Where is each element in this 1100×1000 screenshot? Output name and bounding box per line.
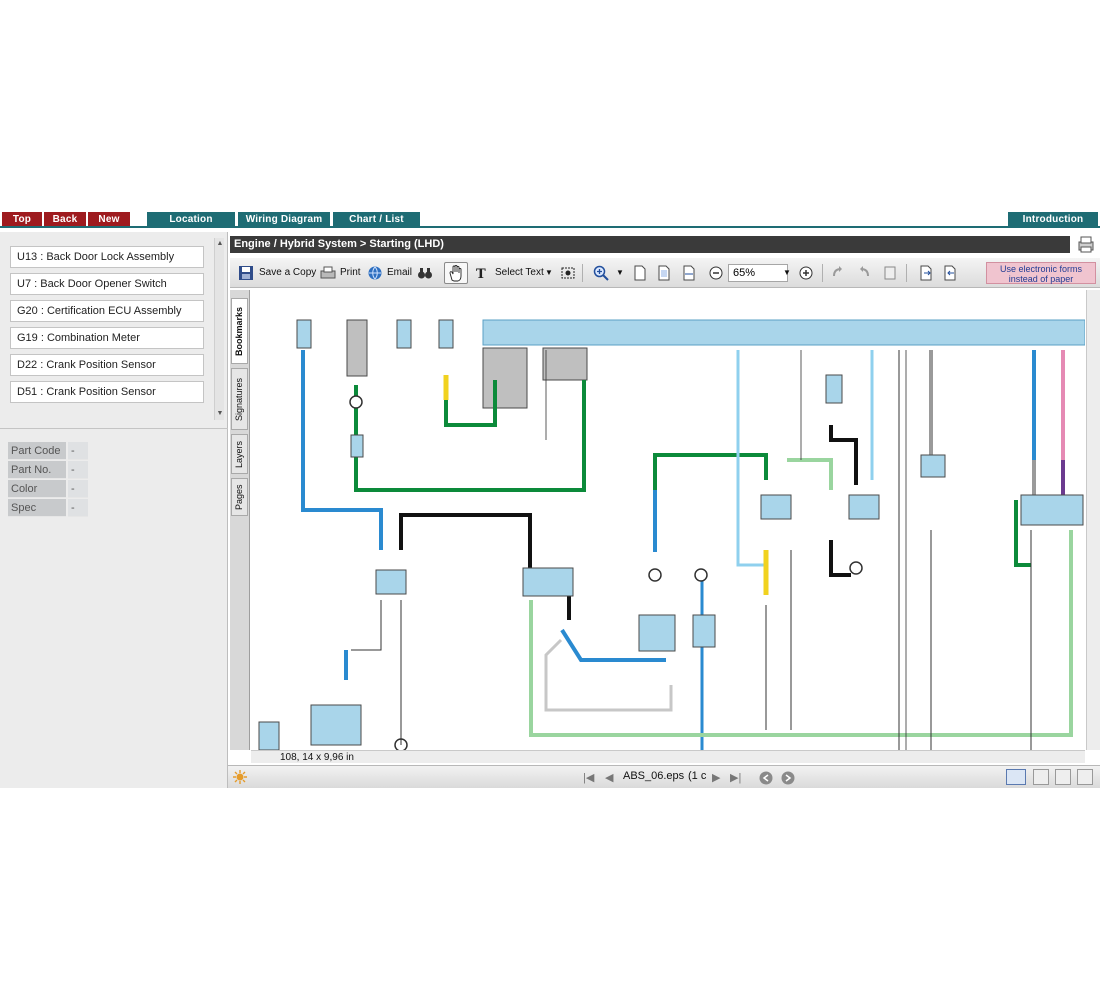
pdf-toolbar: Save a Copy Print Email T Select Text ▼ … (230, 258, 1100, 288)
panel-divider (0, 428, 228, 429)
binoculars-icon[interactable] (417, 264, 433, 282)
hand-icon (449, 265, 462, 282)
zoom-tool-dropdown-icon[interactable]: ▼ (616, 264, 624, 282)
use-forms-line-2: instead of paper (1008, 274, 1074, 284)
toolbar-separator (582, 264, 583, 282)
list-item[interactable]: U13 : Back Door Lock Assembly (10, 246, 204, 268)
prop-key: Spec (8, 499, 66, 517)
email-button[interactable]: Email (387, 264, 412, 282)
tab-wiring-diagram[interactable]: Wiring Diagram (238, 212, 330, 227)
continuous-view-icon[interactable] (1033, 769, 1049, 785)
prop-value: - (68, 499, 88, 517)
prop-value: - (68, 442, 88, 460)
app-window: Top Back New Location Wiring Diagram Cha… (0, 210, 1100, 788)
tab-signatures[interactable]: Signatures (231, 368, 248, 430)
sun-icon (233, 770, 247, 784)
text-cursor-icon[interactable]: T (474, 264, 490, 282)
new-button[interactable]: New (88, 212, 130, 227)
navbar-divider (0, 226, 1100, 228)
single-page-view-icon[interactable] (1006, 769, 1026, 785)
save-copy-button[interactable]: Save a Copy (259, 264, 316, 282)
toolbar-separator (906, 264, 907, 282)
top-button[interactable]: Top (2, 212, 42, 227)
prop-key: Part No. (8, 461, 66, 479)
scroll-up-icon[interactable]: ▲ (216, 240, 224, 248)
list-item[interactable]: G20 : Certification ECU Assembly (10, 300, 204, 322)
scroll-down-icon[interactable]: ▼ (216, 410, 224, 418)
printer-icon[interactable] (320, 264, 336, 282)
last-page-icon[interactable]: ▶| (730, 771, 741, 784)
prop-key: Color (8, 480, 66, 498)
rotate-right-icon[interactable] (856, 264, 872, 282)
tab-location[interactable]: Location (147, 212, 235, 227)
print-button[interactable]: Print (340, 264, 361, 282)
wiring-diagram-canvas[interactable] (251, 290, 1085, 750)
page-thumbnail-icon[interactable] (882, 264, 898, 282)
back-view-icon[interactable] (758, 770, 774, 786)
list-item[interactable]: U7 : Back Door Opener Switch (10, 273, 204, 295)
tab-layers[interactable]: Layers (231, 434, 248, 474)
diagram-vertical-scrollbar[interactable] (1086, 290, 1100, 750)
wiring-diagram (251, 290, 1085, 750)
left-panel: U13 : Back Door Lock Assembly U7 : Back … (0, 232, 228, 788)
back-button[interactable]: Back (44, 212, 86, 227)
svg-text:T: T (476, 267, 486, 282)
first-page-icon[interactable]: |◀ (583, 771, 594, 784)
email-globe-icon[interactable] (367, 264, 383, 282)
facing-view-icon[interactable] (1055, 769, 1071, 785)
tab-pages[interactable]: Pages (231, 478, 248, 516)
use-forms-line-1: Use electronic forms (999, 264, 1083, 274)
forward-view-icon[interactable] (780, 770, 796, 786)
use-electronic-forms-banner[interactable]: Use electronic forms instead of paper (986, 262, 1096, 284)
actual-size-icon[interactable] (632, 264, 648, 282)
import-page-icon[interactable] (942, 264, 958, 282)
continuous-facing-view-icon[interactable] (1077, 769, 1093, 785)
next-page-icon[interactable]: ▶ (712, 771, 720, 784)
introduction-button[interactable]: Introduction (1008, 212, 1098, 227)
component-list: U13 : Back Door Lock Assembly U7 : Back … (4, 238, 224, 420)
save-icon[interactable] (238, 264, 254, 282)
print-page-icon[interactable] (1076, 234, 1096, 254)
list-item[interactable]: D51 : Crank Position Sensor (10, 381, 204, 403)
side-tabs: Bookmarks Signatures Layers Pages (230, 290, 250, 750)
list-item[interactable]: G19 : Combination Meter (10, 327, 204, 349)
rotate-left-icon[interactable] (830, 264, 846, 282)
list-scrollbar[interactable]: ▲ ▼ (214, 238, 224, 420)
tab-bookmarks[interactable]: Bookmarks (231, 298, 248, 364)
zoom-level-field[interactable]: 65% (728, 264, 788, 282)
tab-chart-list[interactable]: Chart / List (333, 212, 420, 227)
prop-value: - (68, 480, 88, 498)
list-item[interactable]: D22 : Crank Position Sensor (10, 354, 204, 376)
export-page-icon[interactable] (918, 264, 934, 282)
snapshot-icon[interactable] (560, 264, 576, 282)
page-size-label: 108, 14 x 9,96 in (280, 752, 354, 763)
zoom-in-plus-icon[interactable] (798, 264, 814, 282)
prop-key: Part Code (8, 442, 66, 460)
prop-value: - (68, 461, 88, 479)
zoom-in-icon[interactable] (593, 264, 609, 282)
select-dropdown-icon[interactable]: ▼ (545, 264, 553, 282)
fit-page-icon[interactable] (656, 264, 672, 282)
status-bar: |◀ ◀ ABS_06.eps (1 c ▶ ▶| (228, 765, 1100, 788)
fit-width-icon[interactable] (681, 264, 697, 282)
select-text-button[interactable]: Select Text (495, 264, 544, 282)
hand-tool-button[interactable] (444, 262, 468, 284)
breadcrumb: Engine / Hybrid System > Starting (LHD) (230, 236, 1070, 253)
toolbar-separator (822, 264, 823, 282)
page-indicator: (1 c (688, 770, 707, 782)
zoom-dropdown-icon[interactable]: ▼ (783, 264, 791, 282)
file-name: ABS_06.eps (623, 770, 685, 782)
zoom-out-icon[interactable] (708, 264, 724, 282)
prev-page-icon[interactable]: ◀ (605, 771, 613, 784)
diagram-horizontal-scrollbar[interactable] (251, 750, 1085, 763)
